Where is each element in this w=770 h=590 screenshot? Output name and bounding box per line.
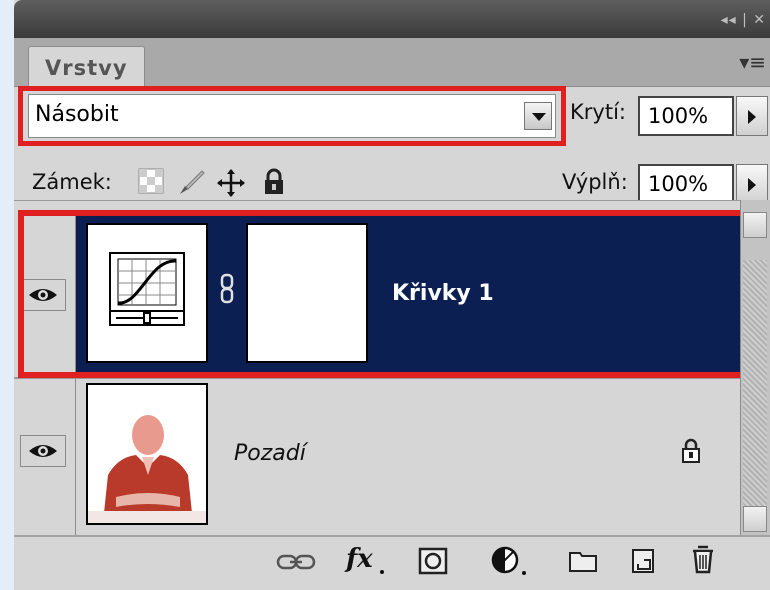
opacity-label: Krytí: [570,100,626,124]
svg-text:fx: fx [344,544,373,574]
new-layer-icon[interactable] [630,547,656,575]
panel-menu-icon[interactable]: ▾≡ [739,50,766,74]
fill-slider-button[interactable] [736,164,768,204]
group-folder-icon[interactable] [568,549,598,573]
collapse-close-controls[interactable]: ◂◂ | ✕ [721,12,766,28]
scrollbar-track[interactable] [743,260,767,510]
eye-icon [29,445,57,457]
lock-label: Zámek: [32,170,112,194]
layer-name-background[interactable]: Pozadí [234,441,306,466]
lock-all-icon[interactable] [262,168,286,196]
opacity-field[interactable]: 100% [638,96,734,136]
blend-mode-highlight [18,86,566,146]
background-strip [0,0,14,590]
background-lock-icon [682,438,700,463]
trash-icon[interactable] [690,543,716,575]
lock-pixels-brush-icon[interactable] [176,168,206,196]
fill-label: Výplň: [562,170,628,194]
layers-panel: ◂◂ | ✕ Vrstvy ▾≡ Násobit Krytí: 100% Zám… [14,0,770,590]
selected-layer-highlight [18,210,746,378]
lock-position-move-icon[interactable] [216,168,246,198]
scroll-up-button[interactable] [743,212,767,238]
tab-row: Vrstvy ▾≡ [14,38,770,89]
layers-scrollbar[interactable] [740,200,770,535]
scroll-down-button[interactable] [743,506,767,532]
fill-field[interactable]: 100% [638,164,734,204]
background-layer-thumbnail [86,383,208,525]
opacity-slider-button[interactable] [736,96,768,136]
tab-layers[interactable]: Vrstvy [28,46,145,89]
layer-mask-icon[interactable] [418,547,448,575]
layer-visibility-column-2 [14,379,76,536]
layer-row-background[interactable]: Pozadí [76,379,740,536]
fx-icon[interactable]: fx [344,543,390,577]
lock-transparency-icon[interactable] [138,168,164,194]
portrait-image [88,385,206,523]
link-layers-icon[interactable] [276,551,316,573]
visibility-toggle-2[interactable] [20,435,66,467]
layers-bottom-toolbar: fx [14,535,770,590]
adjustment-layer-icon[interactable] [490,545,530,577]
panel-titlebar: ◂◂ | ✕ [14,0,770,38]
